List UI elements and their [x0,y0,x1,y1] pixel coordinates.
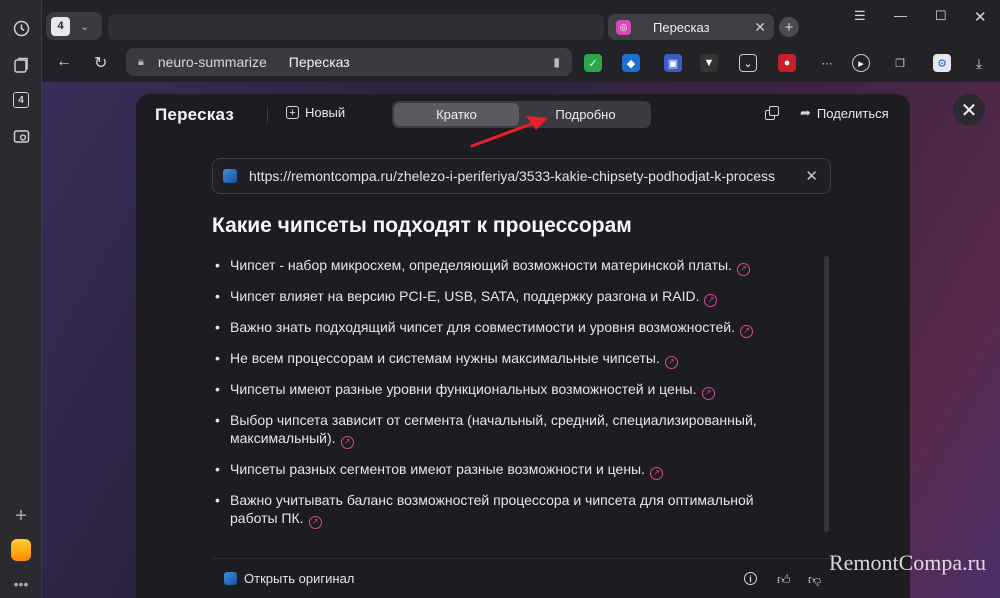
close-window-icon[interactable]: ✕ [974,8,987,26]
plus-icon: + [286,106,299,119]
source-link-icon[interactable]: ↗ [701,387,715,400]
share-icon: ➦ [800,105,811,120]
open-original-label: Открыть оригинал [244,571,355,586]
tab-placeholder[interactable] [108,14,604,40]
source-link-icon[interactable]: ↗ [664,356,678,369]
thumbs-down-icon[interactable]: 👎︎ [808,572,821,588]
screenshot-icon[interactable] [11,126,31,146]
annotation-arrow [470,116,548,148]
media-icon[interactable]: ▸ [852,54,870,72]
history-icon[interactable] [11,18,31,38]
summary-panel: Пересказ + Новый Кратко Подробно ➦ Подел… [136,94,910,598]
list-item: Чипсеты имеют разные уровни функциональн… [212,380,792,400]
summarize-favicon-icon: ◎ [616,19,631,35]
tab-active[interactable]: ◎ Пересказ ✕ [608,14,774,40]
address-host: neuro-summarize [157,54,267,70]
tabs-badge-count: 4 [13,92,29,108]
open-original-link[interactable]: Открыть оригинал [224,571,354,586]
scrollbar[interactable] [824,256,829,532]
adblock-extension-icon[interactable]: ✓ [584,54,602,72]
navigation-bar: ← ↻ 🔒︎ neuro-summarize Пересказ ▮ ✓ ◆ ▣ … [42,44,1000,82]
browser-sidebar: 4 + ••• [0,0,42,598]
new-tab-button[interactable]: + [779,17,799,37]
source-link-icon[interactable]: ↗ [739,325,753,338]
back-icon[interactable]: ← [56,53,72,71]
red-extension-icon[interactable]: ● [778,54,796,72]
more-extensions-icon[interactable]: ⋯ [818,54,836,72]
source-link-icon[interactable]: ↗ [704,294,718,307]
tab-counter-button[interactable]: 4 ⌄ [46,12,102,40]
list-item: Не всем процессорам и системам нужны мак… [212,349,792,369]
watermark: RemontCompa.ru [828,550,986,575]
divider [267,107,268,123]
address-bar[interactable]: 🔒︎ neuro-summarize Пересказ ▮ [126,48,572,76]
source-link-icon[interactable]: ↗ [340,436,354,449]
address-title: Пересказ [288,54,350,70]
save-extension-icon[interactable]: ▣ [664,54,682,72]
bookmark-icon[interactable]: ▮ [553,55,560,69]
more-icon[interactable]: ••• [11,574,31,594]
brand-title: Пересказ [155,105,234,124]
list-item: Чипсет влияет на версию PCI-E, USB, SATA… [212,287,792,307]
lock-icon: 🔒︎ [138,55,144,68]
site-favicon-icon [223,169,237,183]
clear-url-icon[interactable]: ✕ [805,167,818,185]
profile-extension-icon[interactable]: ⚙ [933,54,951,72]
minimize-icon[interactable]: — [894,8,907,23]
menu-icon[interactable]: ☰ [854,8,866,24]
share-button[interactable]: ➦ Поделиться [800,105,889,121]
source-link-icon[interactable]: ↗ [736,263,750,276]
pocket-extension-icon[interactable]: ⌄ [739,54,757,72]
info-icon[interactable]: i [744,572,757,585]
collections-icon[interactable]: ❐ [891,54,909,72]
add-icon[interactable]: + [11,505,31,527]
diamond-extension-icon[interactable]: ◆ [622,54,640,72]
new-summary-label: Новый [305,105,346,120]
source-link-icon[interactable]: ↗ [650,467,663,480]
tab-title: Пересказ [653,19,710,35]
vpn-extension-icon[interactable]: ▼ [700,54,718,72]
close-panel-button[interactable]: ✕ [953,94,985,126]
chevron-down-icon: ⌄ [80,20,90,33]
tab-count: 4 [51,16,70,36]
list-item: Важно знать подходящий чипсет для совмес… [212,318,792,338]
reload-icon[interactable]: ↻ [94,53,107,73]
site-favicon-icon [224,572,237,585]
share-label: Поделиться [816,105,889,121]
bookmarks-icon[interactable] [11,55,31,75]
download-icon[interactable]: ⤓ [970,54,988,72]
thumbs-up-icon[interactable]: 👍︎ [777,572,791,588]
tab-strip: 4 ⌄ ◎ Пересказ ✕ + ☰ — ☐ ✕ [42,0,1000,44]
source-url-field[interactable]: https://remontcompa.ru/zhelezo-i-perifer… [212,158,831,194]
summary-list: Чипсет - набор микросхем, определяющий в… [212,256,792,540]
list-item: Выбор чипсета зависит от сегмента (начал… [212,411,792,449]
new-summary-button[interactable]: + Новый [286,105,345,120]
list-item: Важно учитывать баланс возможностей проц… [212,491,792,529]
list-item: Чипсеты разных сегментов имеют разные во… [212,460,792,480]
copy-icon[interactable] [765,106,779,120]
list-item: Чипсет - набор микросхем, определяющий в… [212,256,792,276]
summary-heading: Какие чипсеты подходят к процессорам [212,214,632,237]
tab-close-icon[interactable]: ✕ [754,19,766,36]
tabs-badge-icon[interactable]: 4 [11,90,31,110]
footer-divider [212,558,832,559]
source-url-text: https://remontcompa.ru/zhelezo-i-perifer… [249,168,776,184]
mail-icon[interactable] [11,539,31,561]
maximize-icon[interactable]: ☐ [935,8,947,24]
source-link-icon[interactable]: ↗ [308,516,322,529]
